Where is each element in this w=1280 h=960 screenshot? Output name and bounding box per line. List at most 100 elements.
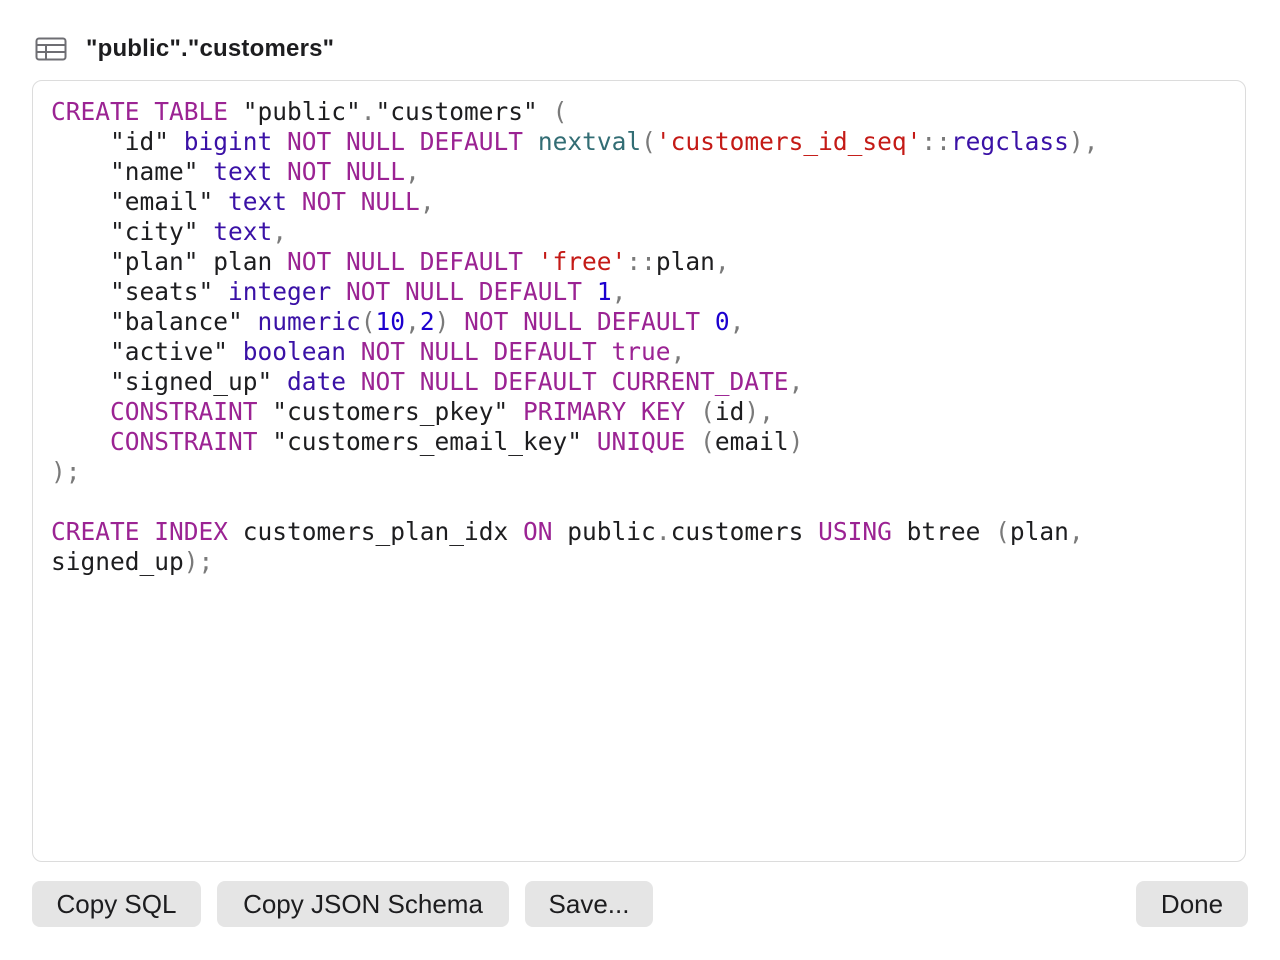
code-token: "balance" xyxy=(51,307,258,336)
code-token: ON xyxy=(523,517,553,546)
code-token: "id" xyxy=(51,127,184,156)
code-token: :: xyxy=(921,127,951,156)
code-token: regclass xyxy=(950,127,1069,156)
code-line: "seats" integer NOT NULL DEFAULT 1, xyxy=(51,277,1098,307)
code-token: NOT NULL DEFAULT xyxy=(346,277,583,306)
code-token: ) xyxy=(788,427,804,456)
code-token: PRIMARY KEY xyxy=(523,397,686,426)
code-token: ( xyxy=(641,127,656,156)
code-token: ( xyxy=(700,397,715,426)
code-token: , xyxy=(419,187,435,216)
code-token: NOT NULL DEFAULT xyxy=(287,247,524,276)
code-line: "active" boolean NOT NULL DEFAULT true, xyxy=(51,337,1098,367)
code-token: . xyxy=(360,97,376,126)
code-token: text xyxy=(213,157,273,186)
code-token: "active" xyxy=(51,337,243,366)
code-token: id xyxy=(714,397,745,426)
code-token: customers xyxy=(670,517,819,546)
code-token: 10 xyxy=(375,307,406,336)
code-token: "seats" xyxy=(51,277,229,306)
table-icon xyxy=(35,37,67,61)
code-token: "customers" xyxy=(375,97,553,126)
sql-code[interactable]: CREATE TABLE "public"."customers" ( "id"… xyxy=(51,97,1098,577)
code-token: , xyxy=(788,367,804,396)
code-line: CREATE TABLE "public"."customers" ( xyxy=(51,97,1098,127)
code-token: CONSTRAINT xyxy=(110,427,258,456)
code-token: email xyxy=(714,427,789,456)
code-token: ); xyxy=(51,457,81,486)
code-token: NOT NULL xyxy=(287,157,406,186)
code-token: ( xyxy=(552,97,568,126)
code-line: "id" bigint NOT NULL DEFAULT nextval('cu… xyxy=(51,127,1098,157)
code-token: , xyxy=(729,307,745,336)
code-line: CONSTRAINT "customers_email_key" UNIQUE … xyxy=(51,427,1098,457)
code-token: customers_plan_idx xyxy=(228,517,524,546)
code-token: , xyxy=(611,277,627,306)
code-line: "email" text NOT NULL, xyxy=(51,187,1098,217)
code-token: "customers_pkey" xyxy=(257,397,524,426)
code-line: ); xyxy=(51,457,1098,487)
code-token: , xyxy=(670,337,686,366)
code-token: NOT NULL DEFAULT xyxy=(287,127,524,156)
code-token: ( xyxy=(995,517,1010,546)
code-token: text xyxy=(228,187,288,216)
code-token: UNIQUE xyxy=(596,427,686,456)
code-token: "email" xyxy=(51,187,229,216)
code-token: integer xyxy=(228,277,332,306)
code-token: , xyxy=(272,217,288,246)
sql-code-panel[interactable]: CREATE TABLE "public"."customers" ( "id"… xyxy=(32,80,1246,862)
save-button[interactable]: Save... xyxy=(525,881,653,927)
code-line: CONSTRAINT "customers_pkey" PRIMARY KEY … xyxy=(51,397,1098,427)
code-token: 0 xyxy=(714,307,730,336)
copy-json-schema-button[interactable]: Copy JSON Schema xyxy=(217,881,509,927)
code-line: "balance" numeric(10,2) NOT NULL DEFAULT… xyxy=(51,307,1098,337)
code-token: signed_up xyxy=(51,547,184,576)
code-token: "plan" plan xyxy=(51,247,288,276)
copy-sql-button[interactable]: Copy SQL xyxy=(32,881,201,927)
code-token: "signed_up" xyxy=(51,367,288,396)
code-token: "public" xyxy=(228,97,361,126)
code-token: boolean xyxy=(242,337,347,366)
code-token: plan xyxy=(655,247,715,276)
code-token: 'free' xyxy=(537,247,627,276)
code-token: NOT NULL DEFAULT xyxy=(464,307,701,336)
code-token: CREATE INDEX xyxy=(51,517,229,546)
code-line: "signed_up" date NOT NULL DEFAULT CURREN… xyxy=(51,367,1098,397)
code-token: ), xyxy=(1068,127,1099,156)
code-token: nextval xyxy=(537,127,642,156)
code-token: 2 xyxy=(419,307,435,336)
code-token: 'customers_id_seq' xyxy=(655,127,922,156)
sheet-header: "public"."customers" xyxy=(35,30,334,68)
code-token: . xyxy=(655,517,671,546)
code-token: , xyxy=(405,157,420,186)
code-token: NOT NULL xyxy=(301,187,420,216)
code-token: plan xyxy=(1009,517,1069,546)
code-token: bigint xyxy=(183,127,273,156)
code-token: CONSTRAINT xyxy=(110,397,258,426)
done-button[interactable]: Done xyxy=(1136,881,1248,927)
code-token: ( xyxy=(360,307,376,336)
code-token: , xyxy=(1068,517,1084,546)
code-token: btree xyxy=(891,517,996,546)
page-title: "public"."customers" xyxy=(86,35,335,62)
code-token: text xyxy=(213,217,273,246)
code-token: "city" xyxy=(51,217,214,246)
code-token: ), xyxy=(744,397,774,426)
code-token: :: xyxy=(626,247,656,276)
code-token: "customers_email_key" xyxy=(257,427,597,456)
